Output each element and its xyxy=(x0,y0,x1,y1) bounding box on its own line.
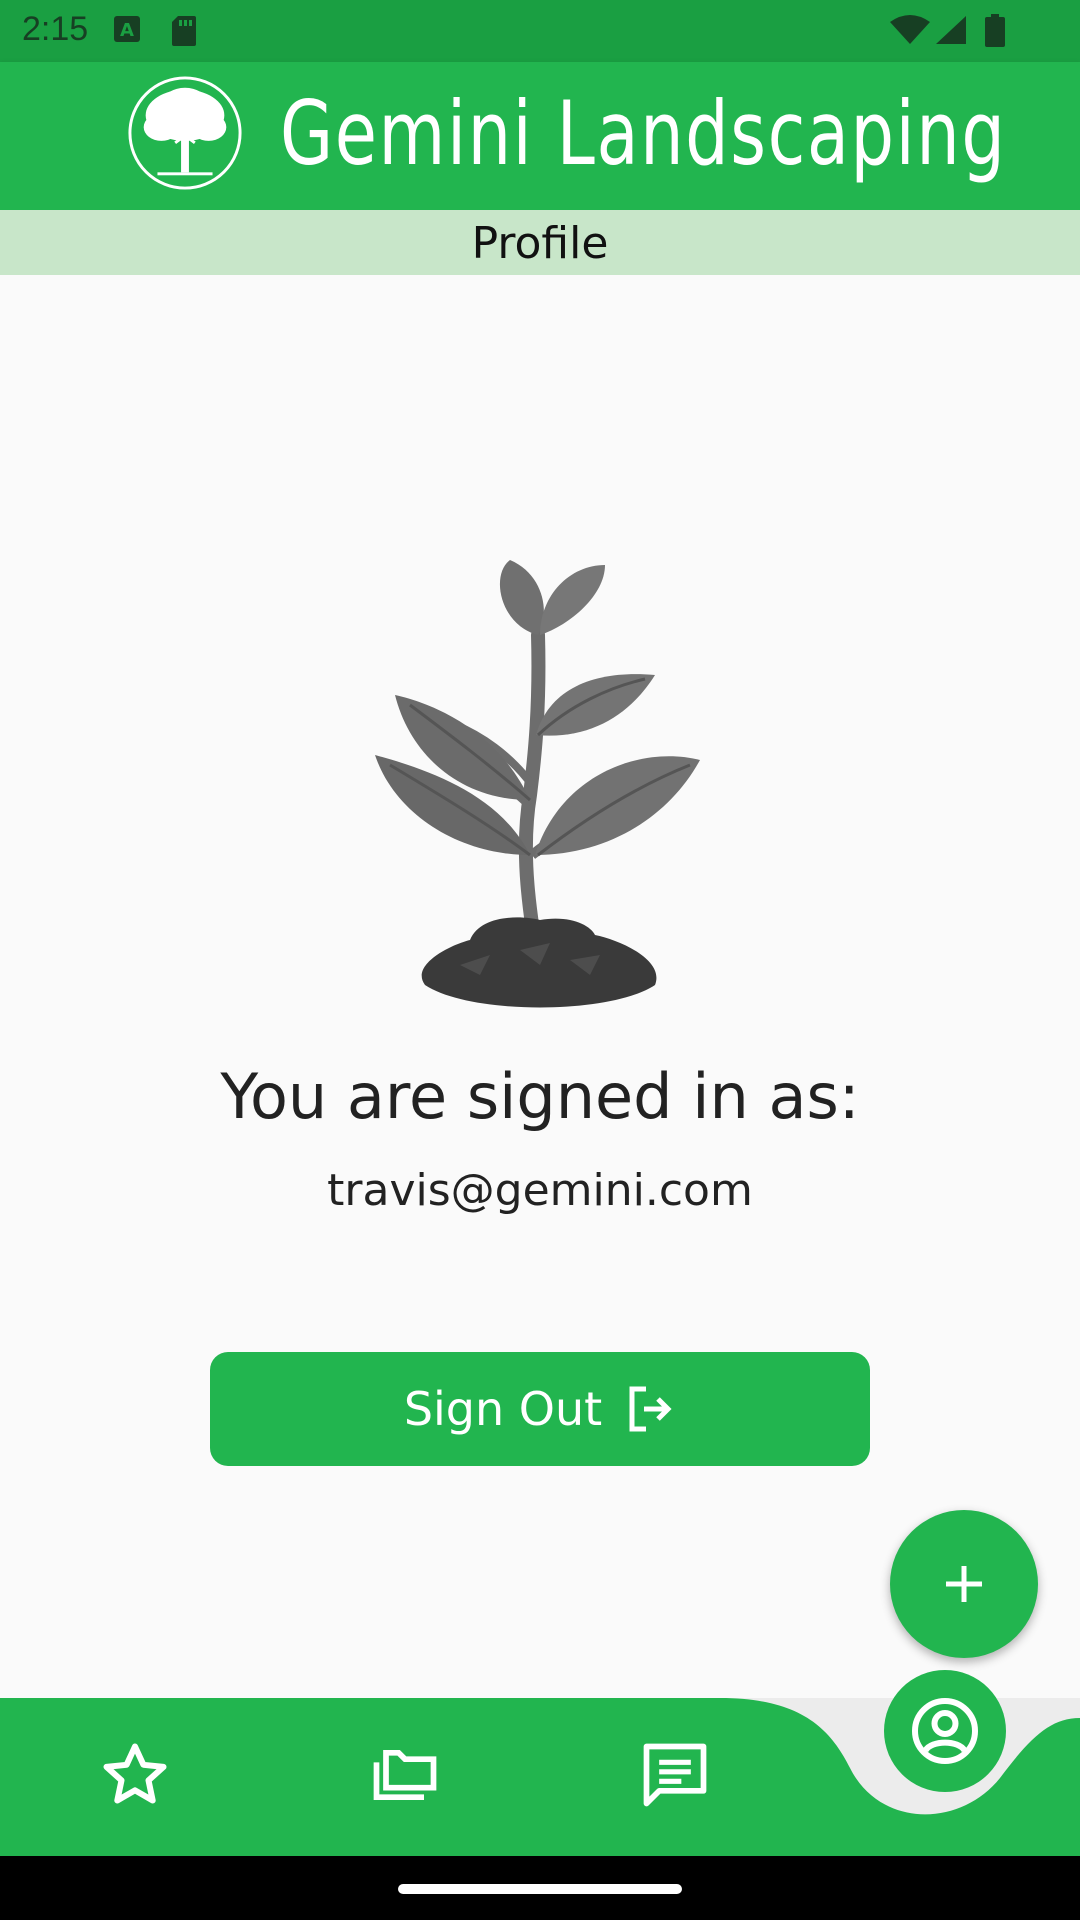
user-email: travis@gemini.com xyxy=(327,1165,753,1216)
plus-icon xyxy=(946,1566,982,1602)
sign-out-label: Sign Out xyxy=(403,1382,603,1436)
status-time: 2:15 xyxy=(22,10,89,48)
tree-logo-icon xyxy=(128,76,242,190)
nav-favorites-button[interactable] xyxy=(90,1730,180,1820)
home-gesture-handle[interactable] xyxy=(398,1884,682,1894)
sd-card-icon xyxy=(172,16,196,46)
nav-profile-button[interactable] xyxy=(884,1670,1006,1792)
folders-icon xyxy=(373,1749,437,1801)
add-fab-button[interactable] xyxy=(890,1510,1038,1658)
chat-icon xyxy=(643,1743,707,1807)
logout-icon xyxy=(629,1386,672,1432)
text-a-icon: A xyxy=(114,16,140,42)
page-header: Profile xyxy=(0,210,1080,275)
page-title: Profile xyxy=(471,218,609,269)
nav-messages-button[interactable] xyxy=(630,1730,720,1820)
account-circle-icon xyxy=(912,1698,978,1764)
svg-text:A: A xyxy=(120,20,134,41)
star-icon xyxy=(103,1743,167,1804)
signal-icon xyxy=(936,16,966,44)
status-bar: 2:15 A xyxy=(0,0,1080,62)
wifi-icon xyxy=(890,15,930,44)
battery-icon xyxy=(985,14,1005,47)
app-bar: Gemini Landscaping xyxy=(0,62,1080,210)
nav-folders-button[interactable] xyxy=(360,1730,450,1820)
signed-in-label: You are signed in as: xyxy=(220,1060,860,1133)
plant-sprout-icon xyxy=(375,560,700,1008)
sign-out-button[interactable]: Sign Out xyxy=(210,1352,870,1466)
app-title: Gemini Landscaping xyxy=(280,82,1007,185)
